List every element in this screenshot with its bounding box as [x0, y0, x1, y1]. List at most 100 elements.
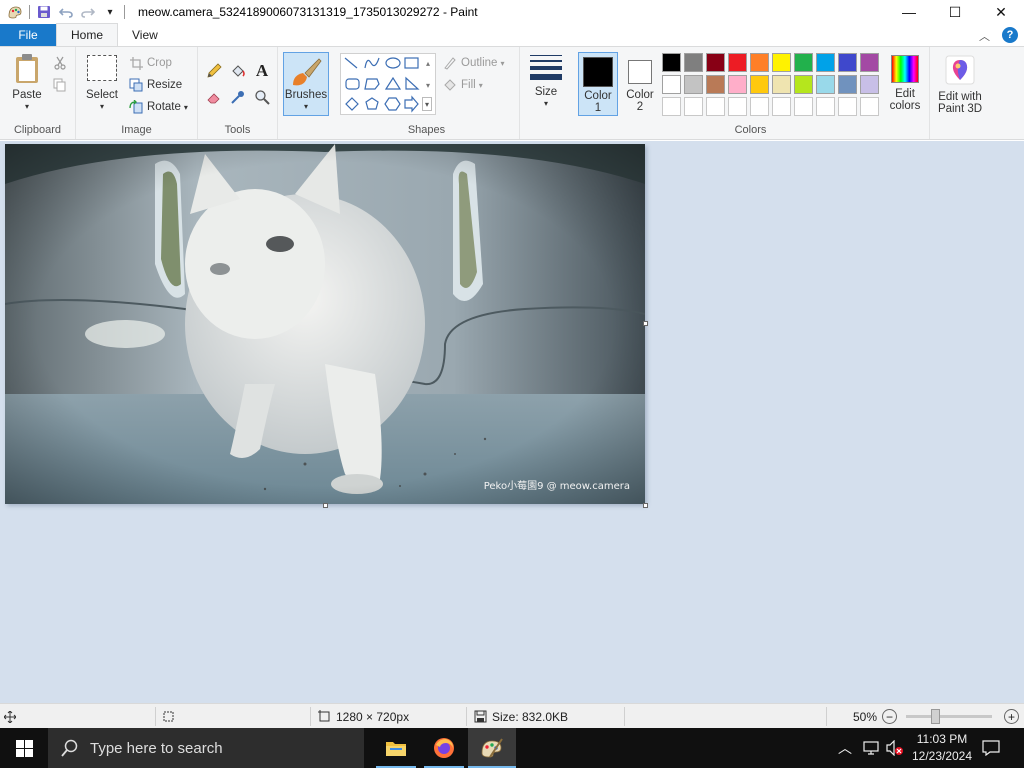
- start-button[interactable]: [0, 728, 48, 768]
- taskbar: Type here to search ︿ 11:03 PM 12/23/202…: [0, 728, 1024, 768]
- customize-quick-access-icon[interactable]: ▾: [99, 1, 121, 23]
- shapes-group: ▴ ▾ ▾ Outline ▾ Fill ▾ Shapes: [334, 47, 520, 139]
- rotate-button[interactable]: Rotate ▾: [128, 99, 188, 115]
- color-picker-icon[interactable]: [228, 87, 248, 107]
- diamond-shape-icon: [345, 97, 359, 111]
- palette-swatch[interactable]: [684, 53, 703, 72]
- volume-muted-icon[interactable]: [886, 728, 904, 768]
- firefox-icon[interactable]: [420, 728, 468, 768]
- watermark-text: Peko小莓園9 @ meow.camera: [484, 480, 630, 492]
- ribbon-tabs: File Home View ︿ ?: [0, 23, 1024, 46]
- palette-swatch[interactable]: [684, 75, 703, 94]
- close-button[interactable]: ✕: [978, 0, 1024, 24]
- tab-home[interactable]: Home: [56, 23, 119, 46]
- size-button[interactable]: Size ▾: [526, 55, 566, 108]
- brushes-button[interactable]: Brushes ▾: [283, 52, 329, 116]
- palette-swatch[interactable]: [860, 53, 879, 72]
- palette-swatch[interactable]: [816, 97, 835, 116]
- color1-button[interactable]: Color 1: [578, 52, 618, 116]
- resize-handle-bottom[interactable]: [323, 503, 328, 508]
- tab-file[interactable]: File: [0, 24, 56, 46]
- network-icon[interactable]: [862, 728, 880, 768]
- pencil-icon[interactable]: [204, 61, 224, 81]
- canvas-image[interactable]: Peko小莓園9 @ meow.camera: [4, 144, 646, 504]
- paste-button[interactable]: Paste ▾: [6, 53, 48, 111]
- palette-swatch[interactable]: [728, 97, 747, 116]
- undo-icon[interactable]: [55, 1, 77, 23]
- palette-swatch[interactable]: [728, 75, 747, 94]
- palette-swatch[interactable]: [706, 53, 725, 72]
- palette-swatch[interactable]: [816, 75, 835, 94]
- zoom-in-button[interactable]: +: [1004, 704, 1019, 729]
- edit-colors-button[interactable]: Edit colors: [884, 55, 926, 112]
- palette-swatch[interactable]: [750, 97, 769, 116]
- palette-swatch[interactable]: [750, 75, 769, 94]
- magnifier-icon[interactable]: [252, 87, 272, 107]
- paste-icon: [16, 54, 38, 83]
- redo-icon[interactable]: [77, 1, 99, 23]
- palette-swatch[interactable]: [772, 97, 791, 116]
- palette-swatch[interactable]: [684, 97, 703, 116]
- zoom-slider[interactable]: [906, 704, 996, 729]
- resize-handle-right[interactable]: [643, 321, 648, 326]
- help-icon[interactable]: ?: [1002, 27, 1018, 43]
- resize-handle-corner[interactable]: [643, 503, 648, 508]
- maximize-button[interactable]: ☐: [932, 0, 978, 24]
- palette-swatch[interactable]: [662, 75, 681, 94]
- palette-swatch[interactable]: [662, 53, 681, 72]
- tab-view[interactable]: View: [118, 24, 172, 46]
- palette-swatch[interactable]: [860, 97, 879, 116]
- collapse-ribbon-icon[interactable]: ︿: [979, 28, 990, 44]
- palette-swatch[interactable]: [750, 53, 769, 72]
- palette-swatch[interactable]: [662, 97, 681, 116]
- save-icon[interactable]: [33, 1, 55, 23]
- zoom-slider-thumb[interactable]: [930, 709, 940, 724]
- fill-bucket-icon[interactable]: [228, 61, 248, 81]
- paint-app-icon[interactable]: [4, 1, 26, 23]
- color2-button[interactable]: Color 2: [622, 52, 658, 116]
- eraser-icon[interactable]: [204, 87, 224, 107]
- palette-swatch[interactable]: [772, 53, 791, 72]
- separator: [466, 707, 467, 726]
- palette-swatch[interactable]: [838, 97, 857, 116]
- palette-swatch[interactable]: [794, 53, 813, 72]
- palette-swatch[interactable]: [706, 75, 725, 94]
- select-button[interactable]: Select ▾: [82, 55, 122, 111]
- canvas-area[interactable]: Peko小莓園9 @ meow.camera: [0, 141, 1024, 703]
- palette-swatch[interactable]: [838, 53, 857, 72]
- copy-icon[interactable]: [50, 75, 70, 95]
- taskbar-search-box[interactable]: Type here to search: [48, 728, 364, 768]
- action-center-icon[interactable]: [982, 728, 1000, 768]
- outline-button[interactable]: Outline ▾: [442, 55, 504, 71]
- minimize-button[interactable]: —: [886, 0, 932, 24]
- hexagon-shape-icon: [384, 97, 401, 111]
- palette-swatch[interactable]: [772, 75, 791, 94]
- palette-swatch[interactable]: [794, 97, 813, 116]
- zoom-out-button[interactable]: −: [882, 704, 897, 729]
- crop-button[interactable]: Crop: [128, 55, 172, 71]
- shapes-more-icon[interactable]: ▾: [422, 97, 432, 111]
- separator: [310, 707, 311, 726]
- resize-button[interactable]: Resize: [128, 77, 182, 93]
- clock[interactable]: 11:03 PM 12/23/2024: [908, 728, 976, 768]
- fill-button[interactable]: Fill ▾: [442, 77, 483, 93]
- palette-swatch[interactable]: [816, 53, 835, 72]
- palette-swatch[interactable]: [838, 75, 857, 94]
- window-title: meow.camera_5324189006073131319_17350130…: [138, 5, 478, 19]
- cut-icon[interactable]: [50, 53, 70, 73]
- edit-with-paint3d-button[interactable]: Edit with Paint 3D: [934, 55, 986, 115]
- paint-taskbar-icon[interactable]: [468, 728, 516, 768]
- edit-colors-icon: [891, 55, 919, 83]
- file-explorer-icon[interactable]: [372, 728, 420, 768]
- show-hidden-icons-button[interactable]: ︿: [838, 728, 852, 768]
- rotate-icon: [128, 99, 144, 115]
- color1-swatch: [583, 57, 613, 87]
- crop-label: Crop: [147, 57, 172, 69]
- palette-swatch[interactable]: [706, 97, 725, 116]
- palette-swatch[interactable]: [728, 53, 747, 72]
- oval-shape-icon: [385, 57, 401, 69]
- palette-swatch[interactable]: [794, 75, 813, 94]
- image-group-label: Image: [121, 124, 152, 136]
- text-tool-icon[interactable]: A: [252, 61, 272, 81]
- palette-swatch[interactable]: [860, 75, 879, 94]
